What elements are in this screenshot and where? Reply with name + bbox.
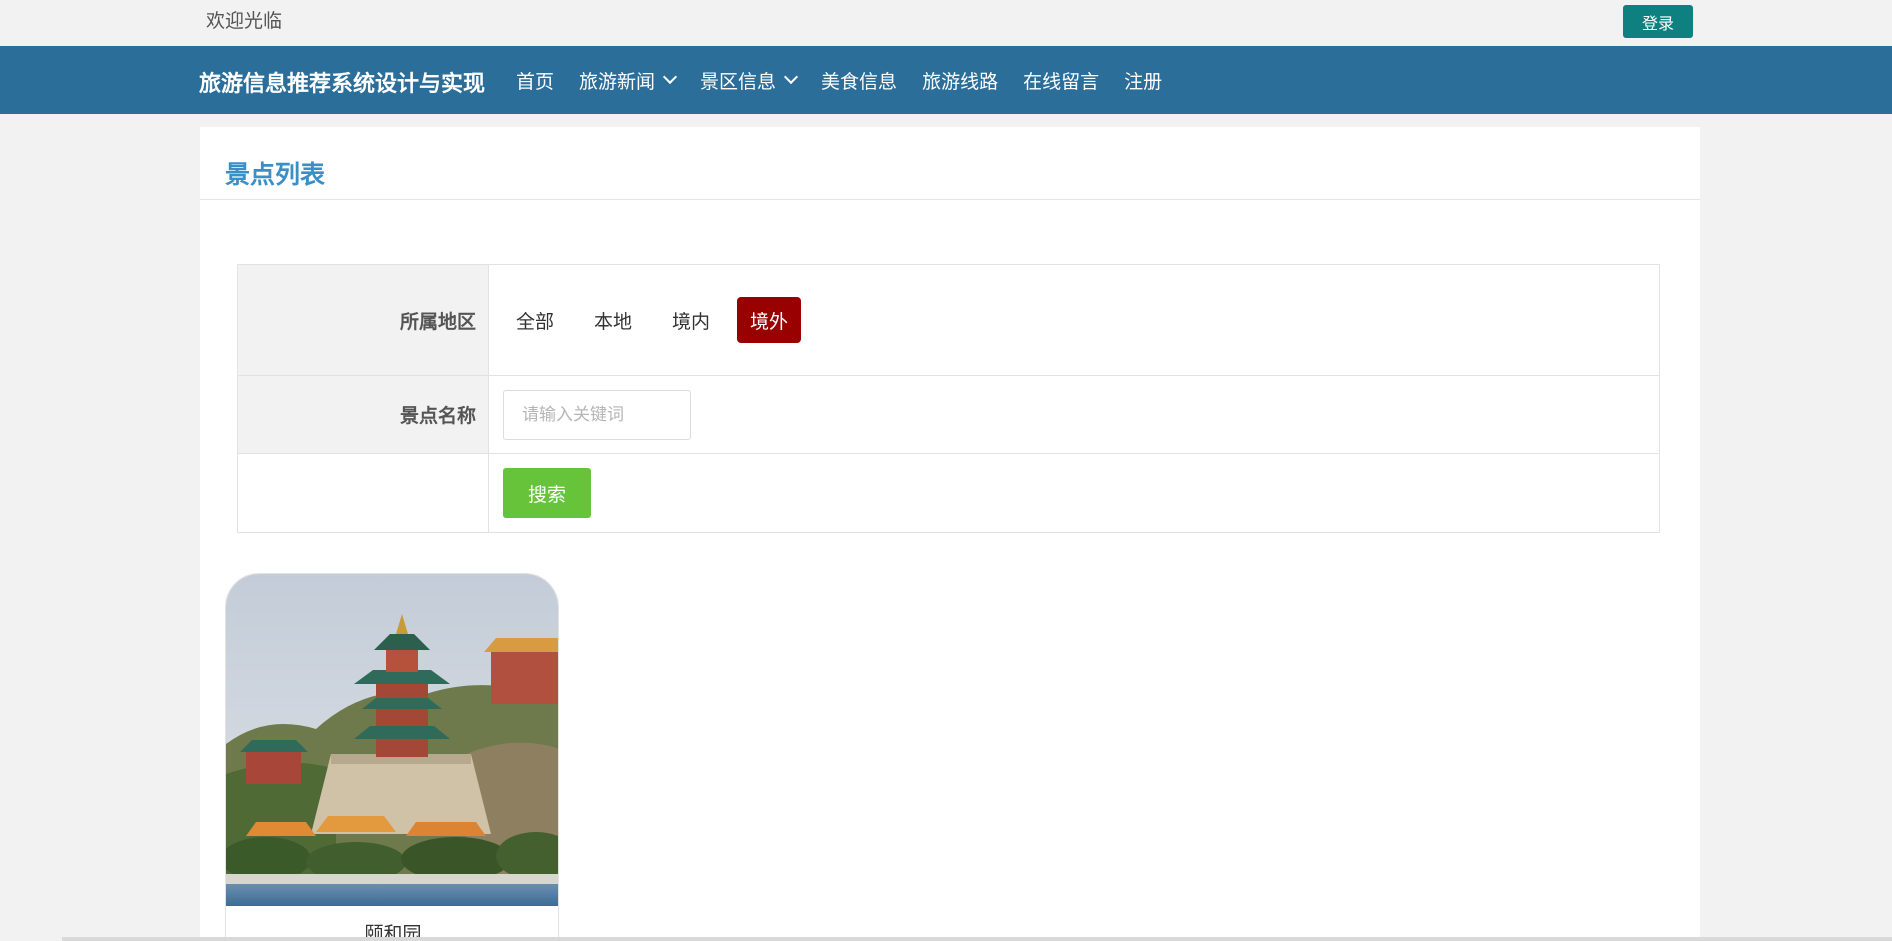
nav-item-label: 景区信息 <box>700 70 777 93</box>
nav-item-home[interactable]: 首页 <box>516 67 554 94</box>
nav-item-label: 美食信息 <box>821 70 898 93</box>
search-button[interactable]: 搜索 <box>503 468 591 518</box>
nav-item-register[interactable]: 注册 <box>1124 67 1162 94</box>
chevron-down-icon <box>662 69 678 85</box>
chevron-down-icon <box>783 69 799 85</box>
site-brand[interactable]: 旅游信息推荐系统设计与实现 <box>199 66 485 98</box>
nav-item-travel-news[interactable]: 旅游新闻 <box>579 67 678 94</box>
nav-item-label: 在线留言 <box>1023 70 1100 93</box>
nav-menu: 首页 旅游新闻 景区信息 美食信息 旅游线路 在线留言 注册 <box>516 46 1187 114</box>
nav-item-food-info[interactable]: 美食信息 <box>821 67 897 94</box>
nav-item-label: 旅游线路 <box>922 70 999 93</box>
name-label: 景点名称 <box>238 376 489 453</box>
filter-row-actions: 搜索 <box>238 454 1659 532</box>
login-button[interactable]: 登录 <box>1623 5 1693 38</box>
region-options: 全部 本地 境内 境外 <box>489 265 1659 375</box>
summer-palace-photo[interactable] <box>226 574 559 906</box>
content-panel: 景点列表 所属地区 全部 本地 境内 境外 景点名称 搜索 <box>200 127 1700 941</box>
page-title: 景点列表 <box>225 160 326 189</box>
bottom-divider <box>62 937 1892 941</box>
filter-table: 所属地区 全部 本地 境内 境外 景点名称 搜索 <box>237 264 1660 533</box>
nav-item-label: 旅游新闻 <box>579 70 656 93</box>
title-divider <box>200 199 1700 200</box>
region-option-local[interactable]: 本地 <box>581 297 645 343</box>
main-navbar: 旅游信息推荐系统设计与实现 首页 旅游新闻 景区信息 美食信息 旅游线路 在线留… <box>0 46 1892 114</box>
filter-row-name: 景点名称 <box>238 376 1659 454</box>
nav-item-label: 注册 <box>1124 70 1163 93</box>
nav-item-label: 首页 <box>516 70 555 93</box>
nav-item-messages[interactable]: 在线留言 <box>1023 67 1099 94</box>
filter-row-region: 所属地区 全部 本地 境内 境外 <box>238 265 1659 376</box>
keyword-input[interactable] <box>503 389 691 440</box>
region-label: 所属地区 <box>238 265 489 375</box>
region-option-domestic[interactable]: 境内 <box>659 297 723 343</box>
attraction-card[interactable]: 颐和园 <box>225 573 559 941</box>
region-option-overseas[interactable]: 境外 <box>737 297 802 343</box>
nav-item-scenic-info[interactable]: 景区信息 <box>700 67 799 94</box>
top-bar: 欢迎光临 登录 <box>0 0 1892 46</box>
welcome-text: 欢迎光临 <box>206 10 283 32</box>
nav-item-travel-routes[interactable]: 旅游线路 <box>922 67 998 94</box>
region-option-all[interactable]: 全部 <box>503 297 567 343</box>
